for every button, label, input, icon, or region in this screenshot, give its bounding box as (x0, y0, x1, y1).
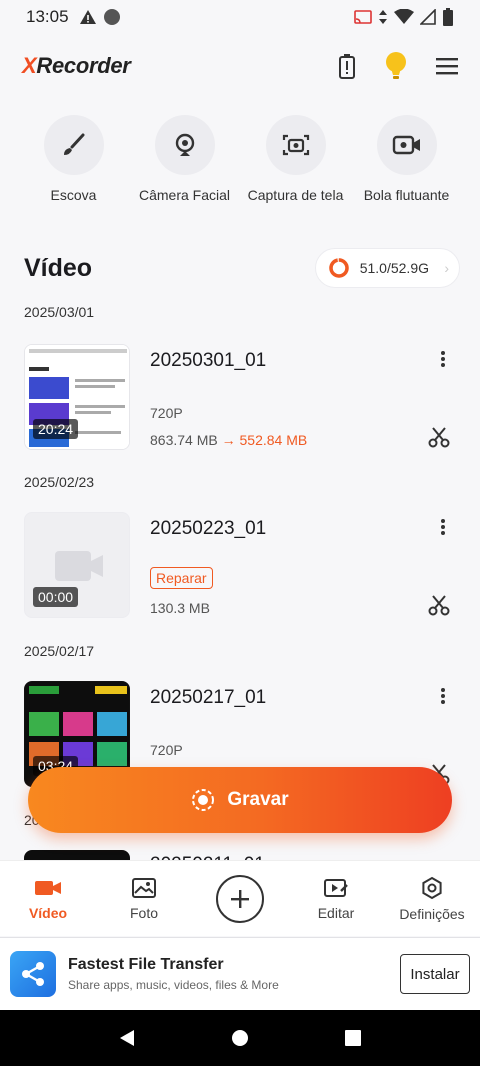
recents-icon[interactable] (343, 1028, 363, 1048)
storage-text: 51.0/52.9G (359, 260, 429, 276)
video-camera-icon (35, 880, 61, 895)
record-icon (192, 789, 215, 811)
brush-icon (63, 133, 84, 155)
ad-title: Fastest File Transfer (68, 956, 224, 973)
nav-add[interactable] (192, 874, 288, 923)
warning-icon (79, 10, 96, 24)
share-app-icon (10, 951, 56, 997)
video-duration: 20:24 (33, 419, 79, 439)
floating-ball-icon (392, 135, 420, 155)
add-icon (216, 874, 264, 923)
more-vert-icon[interactable] (440, 518, 446, 536)
nav-video[interactable]: Vídeo (0, 877, 96, 921)
back-icon[interactable] (117, 1028, 137, 1048)
menu-icon[interactable] (436, 57, 458, 75)
nav-edit[interactable]: Editar (288, 877, 384, 921)
data-arrows-icon (379, 10, 387, 24)
webcam-icon (175, 133, 194, 156)
app-logo: XRecorder (22, 53, 131, 78)
wifi-icon (394, 9, 414, 24)
nav-label: Foto (129, 904, 158, 921)
tool-label: Bola flutuante (363, 187, 450, 203)
tool-label: Câmera Facial (138, 187, 231, 203)
tool-screenshot[interactable]: Captura de tela (240, 115, 351, 203)
home-icon[interactable] (230, 1028, 250, 1048)
video-thumbnail[interactable]: 00:00 (24, 512, 130, 618)
chevron-right-icon: › (444, 260, 449, 276)
more-vert-icon[interactable] (440, 687, 446, 705)
repair-badge[interactable]: Reparar (150, 567, 213, 589)
video-thumbnail[interactable] (24, 850, 130, 860)
tools-row: Escova Câmera Facial Captura de tela Bol… (0, 115, 480, 203)
nav-label: Editar (317, 904, 355, 921)
nav-settings[interactable]: Definições (384, 876, 480, 922)
lightbulb-icon[interactable] (384, 51, 408, 81)
bottom-nav: Vídeo Foto Editar Definições (0, 860, 480, 936)
install-button[interactable]: Instalar (400, 954, 470, 994)
video-name: 20250301_01 (150, 350, 267, 371)
scissors-icon[interactable] (428, 594, 450, 616)
video-duration: 00:00 (33, 587, 79, 607)
tool-webcam[interactable]: Câmera Facial (129, 115, 240, 203)
storage-ring-icon (328, 258, 349, 278)
arrow-right-icon: → (221, 432, 236, 448)
nav-label: Vídeo (28, 904, 68, 921)
tool-label: Captura de tela (247, 187, 344, 203)
status-bar: 13:05 (0, 0, 480, 34)
storage-indicator[interactable]: 51.0/52.9G › (314, 248, 460, 288)
video-section-header: Vídeo 51.0/52.9G › (24, 248, 460, 288)
settings-icon (422, 876, 442, 899)
video-resolution: 720P (150, 742, 183, 758)
video-size: 130.3 MB (150, 600, 210, 616)
scissors-icon[interactable] (428, 426, 450, 448)
ad-subtitle: Share apps, music, videos, files & More (68, 978, 279, 992)
section-title: Vídeo (24, 253, 93, 282)
more-vert-icon[interactable] (440, 350, 446, 368)
video-resolution: 720P (150, 405, 183, 421)
nav-label: Definições (399, 905, 465, 922)
compressed-size: 552.84 MB (239, 432, 308, 448)
date-header: 2025/03/01 (24, 304, 95, 320)
video-name: 20250217_01 (150, 687, 267, 708)
cast-icon (354, 10, 372, 24)
battery-icon (443, 8, 453, 26)
record-button[interactable]: Gravar (28, 767, 452, 833)
status-time: 13:05 (26, 7, 69, 26)
video-name: 20250223_01 (150, 518, 267, 539)
screenshot-icon (282, 134, 309, 156)
system-nav-bar (0, 1010, 480, 1066)
video-item[interactable]: 20:24 20250301_01 720P 863.74 MB → 552.8… (24, 344, 454, 450)
battery-alert-icon[interactable] (338, 53, 356, 79)
edit-video-icon (324, 878, 348, 897)
ad-banner[interactable]: Fastest File Transfer Share apps, music,… (0, 937, 480, 1010)
notification-dot-icon (103, 9, 120, 25)
app-bar: XRecorder (0, 40, 480, 92)
nav-photo[interactable]: Foto (96, 877, 192, 921)
date-header: 2025/02/23 (24, 474, 95, 490)
video-size: 863.74 MB → 552.84 MB (150, 432, 308, 448)
record-label: Gravar (227, 789, 289, 810)
tool-brush[interactable]: Escova (18, 115, 129, 203)
date-header: 2025/02/17 (24, 643, 95, 659)
video-item[interactable]: 00:00 20250223_01 Reparar 130.3 MB (24, 512, 454, 618)
video-thumbnail[interactable]: 20:24 (24, 344, 130, 450)
tool-label: Escova (50, 187, 97, 203)
video-item[interactable]: 20250211_01 (24, 850, 454, 860)
tool-floating-ball[interactable]: Bola flutuante (351, 115, 462, 203)
photo-icon (132, 877, 156, 898)
signal-icon (420, 9, 436, 25)
